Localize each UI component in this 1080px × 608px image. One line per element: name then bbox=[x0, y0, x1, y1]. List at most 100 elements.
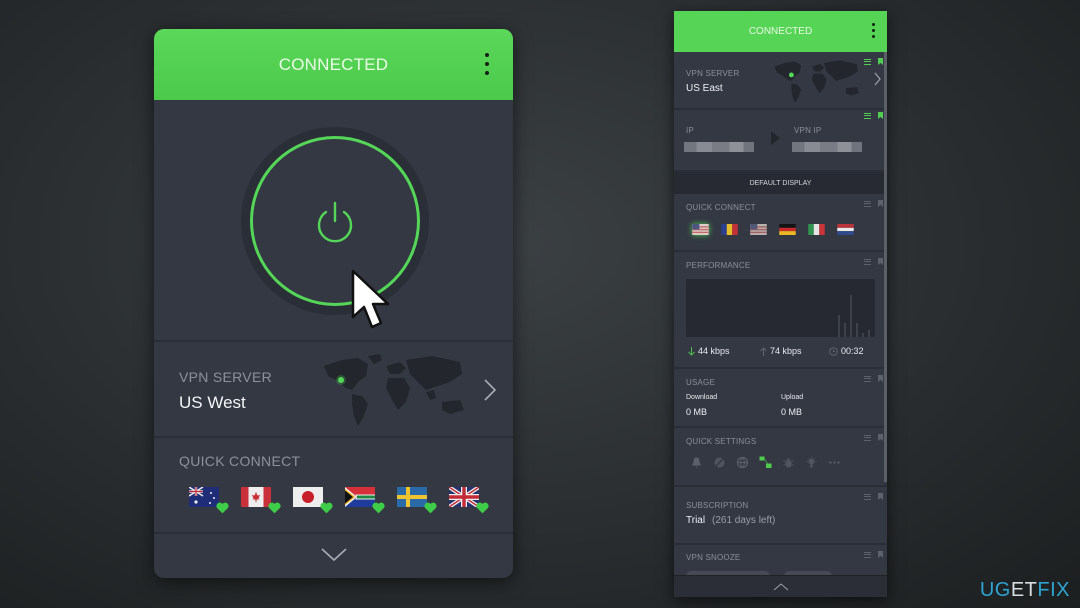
italy-flag-icon[interactable] bbox=[808, 224, 825, 235]
session-duration: 00:32 bbox=[829, 346, 864, 356]
reorder-icon[interactable] bbox=[864, 434, 871, 441]
reorder-icon[interactable] bbox=[864, 551, 871, 558]
clock-icon bbox=[829, 346, 838, 356]
flag-south-africa-button[interactable] bbox=[345, 487, 385, 514]
graph-bar bbox=[850, 295, 852, 337]
pin-icon[interactable] bbox=[878, 551, 883, 558]
quick-connect-card: QUICK CONNECT bbox=[674, 194, 887, 252]
arrow-up-icon bbox=[760, 346, 767, 356]
netherlands-flag-icon[interactable] bbox=[837, 224, 854, 235]
card-controls bbox=[864, 434, 883, 441]
reorder-icon[interactable] bbox=[864, 258, 871, 265]
globe-icon[interactable] bbox=[736, 456, 749, 469]
uk-flag-icon bbox=[449, 487, 479, 507]
favorite-heart-icon bbox=[216, 502, 229, 514]
pin-icon[interactable] bbox=[878, 434, 883, 441]
graph-bar bbox=[844, 323, 846, 337]
scrollbar[interactable] bbox=[884, 52, 887, 482]
upload-speed: 74 kbps bbox=[760, 346, 802, 356]
flag-sweden-button[interactable] bbox=[397, 487, 437, 514]
graph-bar bbox=[862, 333, 864, 337]
quick-connect-flags bbox=[189, 487, 489, 514]
bell-icon[interactable] bbox=[690, 456, 703, 469]
default-display-button[interactable]: DEFAULT DISPLAY bbox=[674, 172, 887, 194]
pin-icon[interactable] bbox=[878, 375, 883, 382]
favorite-heart-icon bbox=[372, 502, 385, 514]
pin-icon[interactable] bbox=[878, 58, 883, 65]
chevron-up-icon bbox=[773, 582, 788, 590]
flag-japan-button[interactable] bbox=[293, 487, 333, 514]
reorder-icon[interactable] bbox=[864, 112, 871, 119]
arrow-right-icon bbox=[771, 131, 780, 145]
card-controls bbox=[864, 200, 883, 207]
more-icon[interactable] bbox=[828, 456, 841, 469]
vpn-snooze-card: VPN SNOOZE bbox=[674, 545, 887, 581]
south-africa-flag-icon bbox=[345, 487, 375, 507]
pin-icon[interactable] bbox=[878, 200, 883, 207]
chevron-right-icon[interactable] bbox=[483, 378, 497, 402]
reorder-icon[interactable] bbox=[864, 493, 871, 500]
split-tunnel-icon[interactable] bbox=[759, 456, 772, 469]
chevron-right-icon[interactable] bbox=[874, 72, 881, 86]
ip-label: IP bbox=[686, 126, 694, 135]
germany-flag-icon[interactable] bbox=[779, 224, 796, 235]
favorite-heart-icon bbox=[424, 502, 437, 514]
usa-flag-icon[interactable] bbox=[692, 224, 709, 235]
vpn-ip-label: VPN IP bbox=[794, 126, 822, 135]
duration-value: 00:32 bbox=[841, 346, 864, 356]
kebab-menu-icon[interactable] bbox=[485, 53, 489, 75]
vpn-snooze-label: VPN SNOOZE bbox=[686, 553, 741, 562]
download-speed-value: 44 kbps bbox=[698, 346, 730, 356]
power-button-halo bbox=[241, 127, 429, 315]
favorite-heart-icon bbox=[476, 502, 489, 514]
flag-uk-button[interactable] bbox=[449, 487, 489, 514]
connection-status: CONNECTED bbox=[278, 54, 389, 74]
ip-value-blurred bbox=[684, 142, 754, 152]
subscription-card: SUBSCRIPTION Trial (261 days left) bbox=[674, 487, 887, 545]
quick-settings-label: QUICK SETTINGS bbox=[686, 437, 757, 446]
world-map-icon bbox=[774, 60, 860, 103]
watermark-part2: ET bbox=[1010, 579, 1038, 601]
kebab-menu-icon[interactable] bbox=[872, 23, 875, 38]
power-button[interactable] bbox=[250, 136, 420, 306]
subscription-remaining: (261 days left) bbox=[712, 515, 776, 526]
favorite-heart-icon bbox=[320, 502, 333, 514]
download-usage-value: 0 MB bbox=[686, 407, 708, 417]
quick-connect-label: QUICK CONNECT bbox=[686, 203, 756, 212]
graph-bar bbox=[868, 330, 870, 337]
japan-flag-icon bbox=[293, 487, 323, 507]
card-controls bbox=[864, 551, 883, 558]
vpn-server-value: US East bbox=[686, 83, 723, 94]
vpn-server-row[interactable]: VPN SERVER US West bbox=[154, 342, 513, 438]
bug-icon[interactable] bbox=[782, 456, 795, 469]
usage-label: USAGE bbox=[686, 378, 716, 387]
collapse-button[interactable] bbox=[674, 575, 887, 597]
ip-card: IP VPN IP bbox=[674, 110, 887, 172]
status-header: CONNECTED bbox=[154, 29, 513, 100]
pin-icon[interactable] bbox=[878, 493, 883, 500]
quick-connect-flags bbox=[692, 224, 854, 235]
romania-flag-icon[interactable] bbox=[721, 224, 738, 235]
reorder-icon[interactable] bbox=[864, 375, 871, 382]
card-controls bbox=[864, 493, 883, 500]
flag-canada-button[interactable] bbox=[241, 487, 281, 514]
performance-card: PERFORMANCE 44 kbps 74 kbps 00:32 bbox=[674, 252, 887, 369]
vpn-server-label: VPN SERVER bbox=[686, 69, 740, 78]
reorder-icon[interactable] bbox=[864, 200, 871, 207]
expand-button[interactable] bbox=[154, 534, 513, 576]
favorite-heart-icon bbox=[268, 502, 281, 514]
flag-australia-button[interactable] bbox=[189, 487, 229, 514]
pin-icon[interactable] bbox=[878, 258, 883, 265]
mouse-cursor-icon bbox=[351, 269, 390, 329]
block-icon[interactable] bbox=[713, 456, 726, 469]
vpn-server-card[interactable]: VPN SERVER US East bbox=[674, 52, 887, 110]
vpn-server-value: US West bbox=[179, 393, 246, 412]
bulb-icon[interactable] bbox=[805, 456, 818, 469]
card-controls bbox=[864, 58, 883, 65]
usa-flag-icon[interactable] bbox=[750, 224, 767, 235]
quick-settings-card: QUICK SETTINGS bbox=[674, 428, 887, 487]
reorder-icon[interactable] bbox=[864, 58, 871, 65]
pin-icon[interactable] bbox=[878, 112, 883, 119]
vpn-ip-value-blurred bbox=[792, 142, 862, 152]
upload-usage-value: 0 MB bbox=[781, 407, 803, 417]
